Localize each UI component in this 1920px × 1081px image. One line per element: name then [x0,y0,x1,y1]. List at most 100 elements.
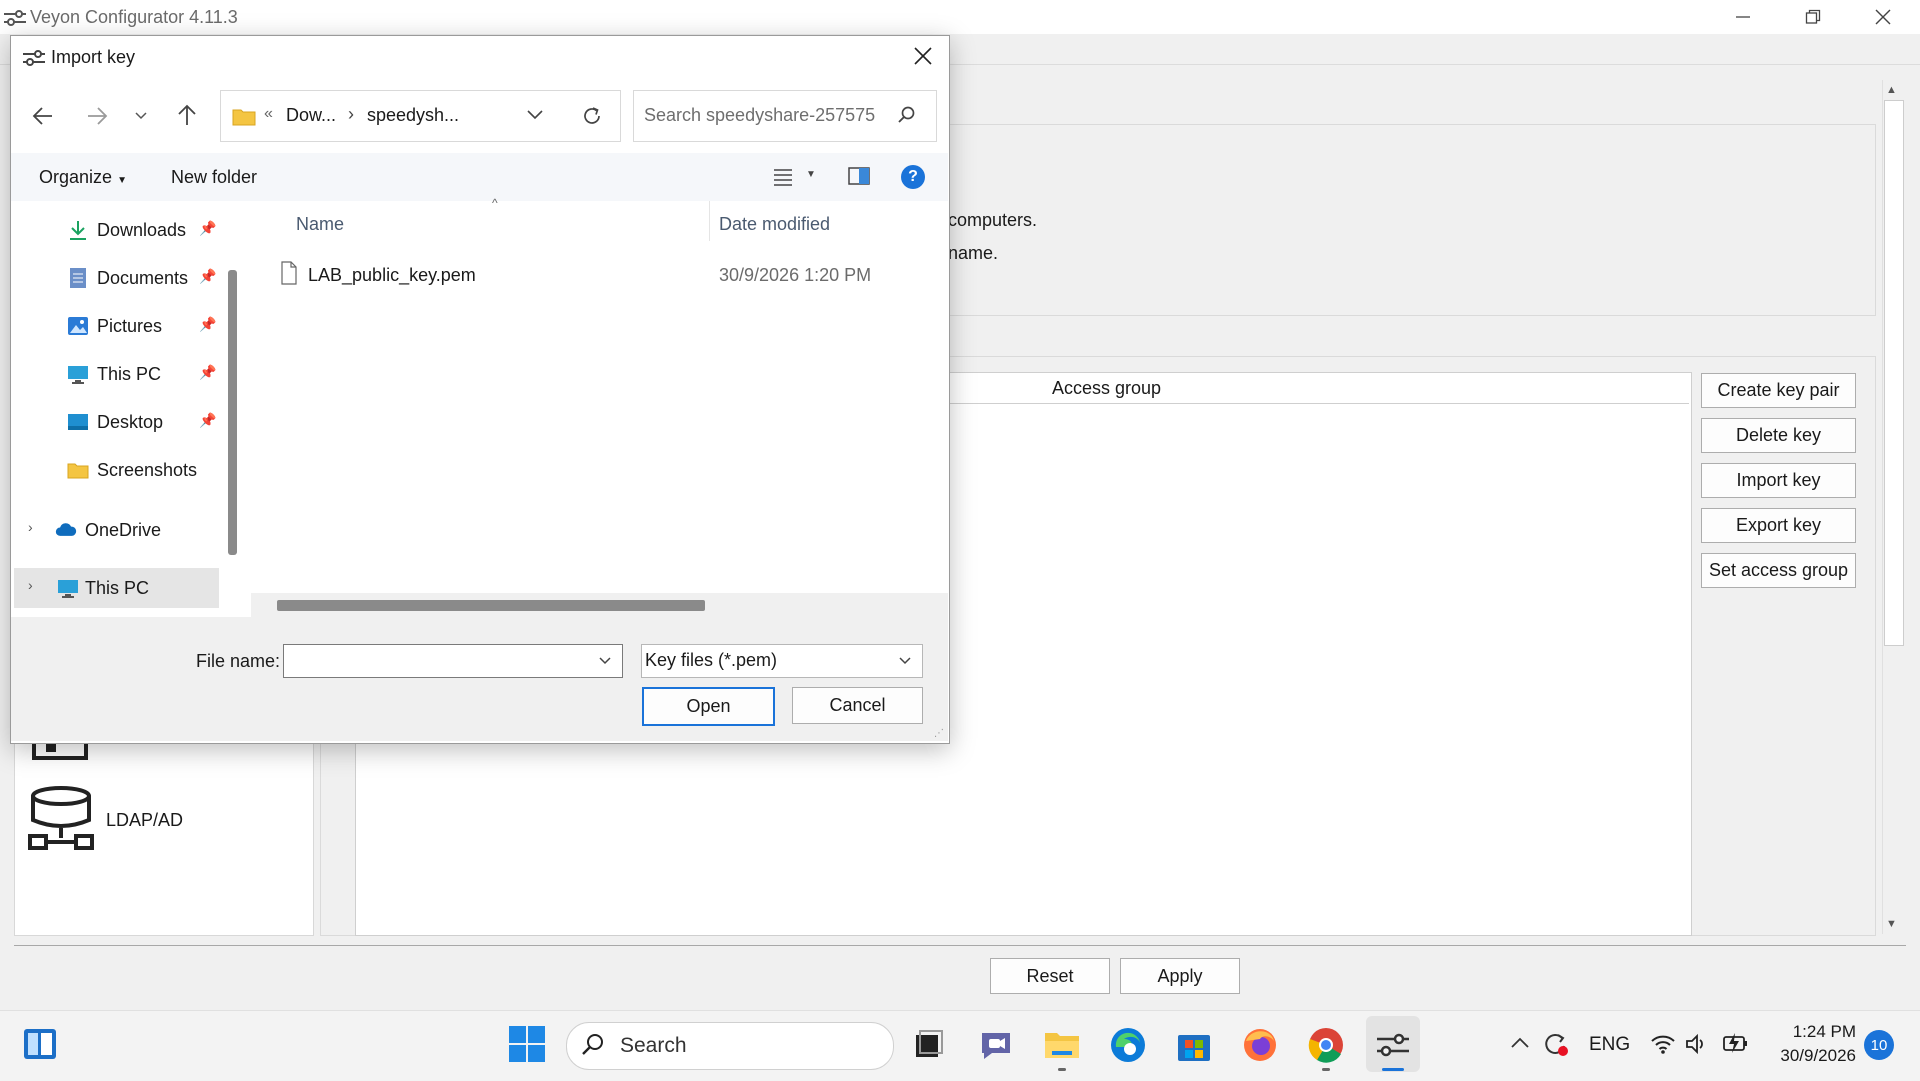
notification-badge[interactable]: 10 [1864,1030,1894,1060]
open-button[interactable]: Open [642,687,775,726]
back-arrow-icon[interactable] [30,104,56,128]
expand-chevron-icon[interactable]: › [28,577,33,593]
new-folder-button[interactable]: New folder [171,167,257,188]
forward-arrow-icon[interactable] [84,104,110,128]
nav-pane-scrollbar[interactable] [228,270,237,555]
expand-chevron-icon[interactable]: › [28,519,33,535]
preview-pane-icon[interactable] [847,165,871,187]
scroll-down-icon[interactable]: ▼ [1886,918,1897,930]
chrome-icon[interactable] [1306,1025,1346,1065]
start-windows-icon[interactable] [508,1025,546,1063]
column-divider[interactable] [709,201,710,241]
pin-icon: 📌 [199,412,217,428]
minimize-icon [1736,16,1750,18]
nav-item-pictures[interactable]: Pictures 📌 [11,306,221,346]
nav-item-this-pc[interactable]: › This PC [14,568,219,608]
reset-button[interactable]: Reset [990,958,1110,994]
column-header-access-group[interactable]: Access group [1052,378,1161,399]
breadcrumb-speedyshare[interactable]: speedysh... [367,105,459,126]
veyon-app-icon [4,10,26,26]
dropdown-caret-icon: ▼ [117,175,127,186]
cancel-button[interactable]: Cancel [792,687,923,724]
microsoft-store-icon[interactable] [1174,1025,1214,1065]
input-language-indicator[interactable]: ENG [1589,1034,1630,1056]
export-key-button[interactable]: Export key [1701,508,1856,543]
view-options-caret-icon[interactable]: ▼ [806,169,816,180]
sync-error-icon[interactable] [1542,1030,1570,1058]
create-key-pair-button[interactable]: Create key pair [1701,373,1856,408]
column-header-date-modified[interactable]: Date modified [719,214,830,235]
view-list-icon[interactable] [772,166,794,186]
help-icon[interactable]: ? [901,165,925,189]
chevron-down-icon [899,657,911,665]
pin-icon: 📌 [199,316,217,332]
nav-item-desktop[interactable]: Desktop 📌 [11,402,221,442]
info-text-line-1: computers. [948,210,1038,230]
task-view-icon[interactable] [908,1025,948,1065]
up-arrow-icon[interactable] [174,102,200,128]
clock-time[interactable]: 1:24 PM [1790,1022,1856,1042]
scroll-up-icon[interactable]: ▲ [1886,84,1897,96]
chevron-down-icon[interactable] [598,655,612,667]
address-overflow-chevrons[interactable]: « [264,105,273,123]
nav-item-this-pc-pinned[interactable]: This PC 📌 [11,354,221,394]
resize-grip-icon[interactable]: ⋰ [934,728,944,739]
window-title: Veyon Configurator 4.11.3 [30,7,238,27]
delete-key-button[interactable]: Delete key [1701,418,1856,453]
ldap-database-icon[interactable] [28,786,94,852]
sidebar-item-ldap[interactable]: LDAP/AD [106,810,183,831]
file-icon [281,261,297,285]
teams-chat-icon[interactable] [976,1025,1016,1065]
nav-label: OneDrive [85,520,162,540]
column-header-name[interactable]: Name [296,214,344,235]
nav-label: This PC [85,578,150,598]
info-text-line-2: name. [948,243,999,263]
dialog-close-icon[interactable] [913,46,933,66]
breadcrumb-downloads[interactable]: Dow... [286,105,336,126]
set-access-group-button[interactable]: Set access group [1701,553,1856,588]
search-icon[interactable] [897,105,917,125]
pin-icon: 📌 [199,220,217,236]
wifi-icon[interactable] [1650,1032,1676,1056]
minimize-button[interactable] [1708,0,1778,34]
nav-item-screenshots[interactable]: Screenshots [11,450,221,490]
widgets-icon[interactable] [22,1027,58,1061]
clock-date[interactable]: 30/9/2026 [1772,1046,1856,1066]
close-window-button[interactable] [1848,0,1918,34]
nav-item-downloads[interactable]: Downloads 📌 [11,210,221,250]
nav-label: This PC [97,364,162,384]
show-hidden-icons-chevron-icon[interactable] [1509,1034,1531,1052]
nav-item-documents[interactable]: Documents 📌 [11,258,221,298]
running-indicator [1058,1068,1066,1071]
dialog-title: Import key [51,47,136,67]
file-explorer-icon[interactable] [1042,1025,1082,1065]
file-type-value: Key files (*.pem) [645,650,778,670]
refresh-icon[interactable] [580,104,604,128]
recent-locations-chevron-icon[interactable] [134,110,148,122]
edge-browser-icon[interactable] [1108,1025,1148,1065]
veyon-app-icon [23,50,45,66]
file-name-label: File name: [196,651,281,671]
file-name-input[interactable] [283,644,623,678]
info-groupbox [948,124,1876,316]
battery-charging-icon[interactable] [1722,1030,1750,1056]
restore-button[interactable] [1778,0,1848,34]
firefox-icon[interactable] [1240,1025,1280,1065]
horizontal-scrollbar-thumb[interactable] [277,600,705,611]
volume-icon[interactable] [1684,1032,1708,1056]
documents-icon [70,268,86,288]
file-name-cell[interactable]: LAB_public_key.pem [308,265,476,286]
organize-menu[interactable]: Organize ▼ [39,167,127,188]
cloud-icon [55,523,77,536]
import-key-button[interactable]: Import key [1701,463,1856,498]
nav-item-onedrive[interactable]: › OneDrive [11,510,221,550]
scrollbar-thumb[interactable] [1884,100,1904,646]
address-dropdown-icon[interactable] [526,108,544,122]
search-icon [582,1034,603,1055]
taskbar-search-box[interactable] [566,1022,894,1070]
monitor-icon [58,580,78,598]
veyon-configurator-icon[interactable] [1373,1025,1413,1065]
nav-label: Pictures [97,316,163,336]
main-titlebar [0,0,1920,34]
apply-button[interactable]: Apply [1120,958,1240,994]
